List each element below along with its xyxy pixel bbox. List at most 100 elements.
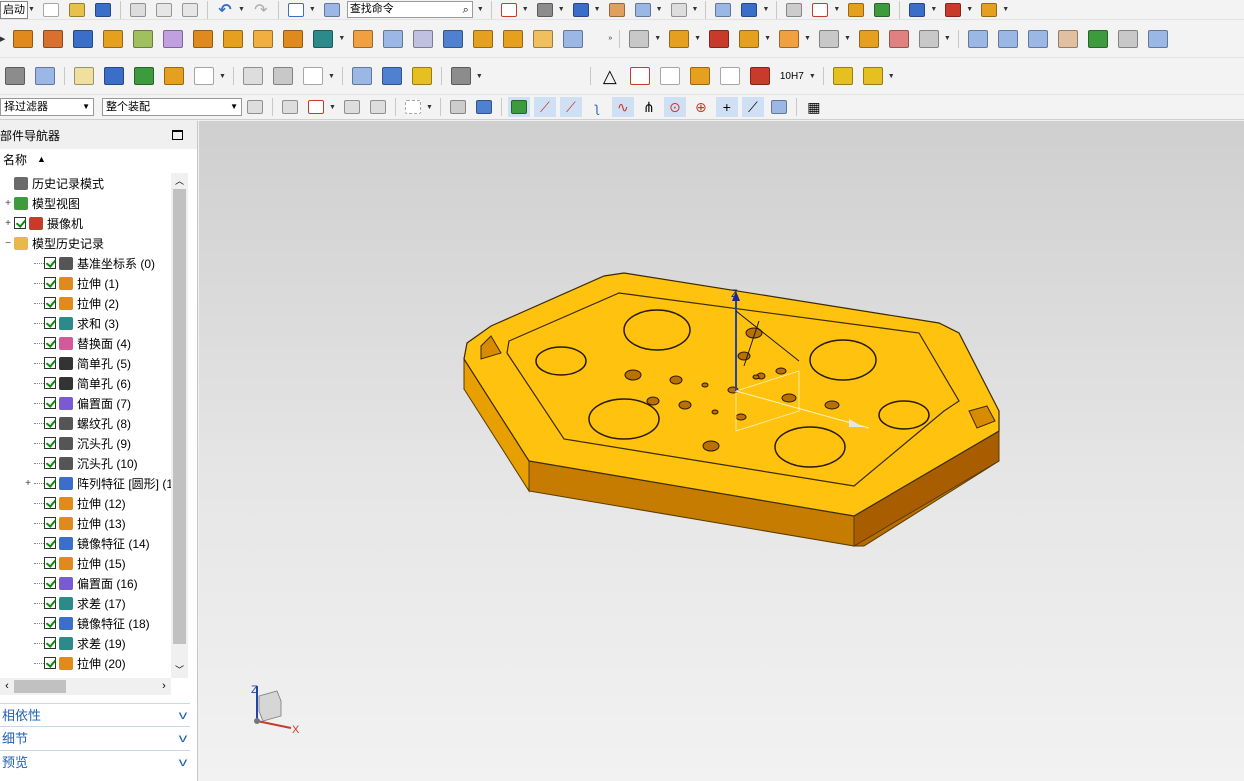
- exploded-view-button[interactable]: [886, 26, 912, 52]
- visibility-checkbox[interactable]: [44, 317, 56, 329]
- visibility-checkbox[interactable]: [44, 437, 56, 449]
- general-select-button[interactable]: [244, 97, 266, 117]
- tree-item[interactable]: 替换面 (4): [0, 333, 188, 353]
- curve-button[interactable]: [240, 63, 266, 89]
- rectangle-select-button[interactable]: [402, 97, 424, 117]
- wave-linker-button[interactable]: [856, 26, 882, 52]
- visibility-checkbox[interactable]: [44, 457, 56, 469]
- search-input[interactable]: 查找命令 ⌕: [346, 1, 473, 18]
- fastener-button[interactable]: [448, 63, 474, 89]
- pattern-face-button[interactable]: [220, 26, 246, 52]
- move-face-button[interactable]: [280, 26, 306, 52]
- stock-button[interactable]: [830, 63, 856, 89]
- sheet-button[interactable]: [380, 26, 406, 52]
- pattern-component-button[interactable]: [816, 26, 842, 52]
- triangle-button[interactable]: △: [597, 63, 623, 89]
- split-body-button[interactable]: [470, 26, 496, 52]
- plate-part[interactable]: Z: [463, 272, 1000, 547]
- trim-body-button[interactable]: [440, 26, 466, 52]
- control-point-button[interactable]: ʅ: [586, 97, 608, 117]
- cone-button[interactable]: [130, 26, 156, 52]
- intersection-button[interactable]: ∿: [611, 97, 634, 117]
- thread-button[interactable]: [349, 63, 375, 89]
- point-on-face-button[interactable]: [768, 97, 790, 117]
- wcs-button[interactable]: [809, 0, 831, 20]
- visibility-checkbox[interactable]: [44, 617, 56, 629]
- midpoint-button[interactable]: ⟋: [559, 97, 582, 117]
- assembly-stock-button[interactable]: [860, 63, 886, 89]
- visibility-checkbox[interactable]: [44, 337, 56, 349]
- ruled-button[interactable]: [1115, 26, 1141, 52]
- scroll-up-icon[interactable]: ︿: [171, 173, 188, 189]
- analysis-button[interactable]: [871, 0, 893, 20]
- rotate-view-button[interactable]: [534, 0, 556, 20]
- tree-item[interactable]: + 模型视图: [0, 193, 188, 213]
- scroll-left-icon[interactable]: ‹: [0, 678, 14, 695]
- studio-surface-button[interactable]: [1085, 26, 1111, 52]
- block-button[interactable]: [70, 26, 96, 52]
- edit-section-button[interactable]: [606, 0, 628, 20]
- visibility-checkbox[interactable]: [44, 417, 56, 429]
- visibility-checkbox[interactable]: [44, 257, 56, 269]
- draft-button[interactable]: [500, 26, 526, 52]
- feature-select-button[interactable]: [367, 97, 389, 117]
- visibility-checkbox[interactable]: [44, 477, 56, 489]
- preview-panel[interactable]: 预览 v: [0, 750, 190, 772]
- tree-item[interactable]: 偏置面 (7): [0, 393, 188, 413]
- quadrant-button[interactable]: ⊕: [690, 97, 712, 117]
- cut-button[interactable]: [127, 0, 149, 20]
- sketch-button[interactable]: [285, 0, 307, 20]
- tree-item[interactable]: 历史记录模式: [0, 173, 188, 193]
- tree-item[interactable]: 拉伸 (1): [0, 273, 188, 293]
- horizontal-scrollbar[interactable]: ‹ ›: [0, 678, 171, 695]
- hscroll-thumb[interactable]: [14, 680, 66, 693]
- tree-item[interactable]: 拉伸 (12): [0, 493, 188, 513]
- enable-snap-button[interactable]: [507, 97, 530, 117]
- graphics-window[interactable]: Z Z X: [199, 121, 1244, 781]
- cylinder-button[interactable]: [100, 26, 126, 52]
- name-column-header[interactable]: 名称 ▲: [0, 149, 197, 169]
- tolerance-button[interactable]: 10H7: [777, 63, 807, 89]
- symbol-button[interactable]: [747, 63, 773, 89]
- sketch-constraint-button[interactable]: [300, 63, 326, 89]
- visibility-checkbox[interactable]: [44, 497, 56, 509]
- assembly-move-button[interactable]: [626, 26, 652, 52]
- add-component-button[interactable]: [706, 26, 732, 52]
- offset-region-button[interactable]: [190, 26, 216, 52]
- chevron-down-icon[interactable]: ▼: [28, 6, 35, 13]
- visibility-checkbox[interactable]: [44, 517, 56, 529]
- tree-item[interactable]: 拉伸 (20): [0, 653, 188, 673]
- background-button[interactable]: [668, 0, 690, 20]
- type-filter-dropdown[interactable]: 择过滤器 ▼: [0, 98, 94, 116]
- datum-feature-button[interactable]: [687, 63, 713, 89]
- dimension-button[interactable]: [942, 0, 964, 20]
- layer-settings-button[interactable]: [783, 0, 805, 20]
- part-list-button[interactable]: [32, 63, 58, 89]
- tree-item[interactable]: + 摄像机: [0, 213, 188, 233]
- spring-button[interactable]: [379, 63, 405, 89]
- expand-toggle-icon[interactable]: +: [2, 198, 14, 209]
- save-button[interactable]: [92, 0, 114, 20]
- pmi-button[interactable]: [101, 63, 127, 89]
- tree-item[interactable]: 镜像特征 (14): [0, 533, 188, 553]
- bearing-button[interactable]: [409, 63, 435, 89]
- visibility-checkbox[interactable]: [44, 597, 56, 609]
- sphere-button[interactable]: [160, 26, 186, 52]
- tree-item[interactable]: 求和 (3): [0, 313, 188, 333]
- pattern-geometry-button[interactable]: [250, 26, 276, 52]
- visibility-checkbox[interactable]: [44, 277, 56, 289]
- layer-move-button[interactable]: [738, 0, 760, 20]
- tree-item[interactable]: − 模型历史记录: [0, 233, 188, 253]
- visibility-checkbox[interactable]: [14, 217, 26, 229]
- move-object-button[interactable]: [712, 0, 734, 20]
- graph-button[interactable]: [131, 63, 157, 89]
- selection-scope-dropdown[interactable]: 整个装配 ▼: [102, 98, 242, 116]
- face-rule-button[interactable]: [305, 97, 327, 117]
- visibility-checkbox[interactable]: [44, 577, 56, 589]
- maximize-icon[interactable]: [172, 130, 183, 140]
- measure-button[interactable]: [845, 0, 867, 20]
- clearance-button[interactable]: [916, 26, 942, 52]
- tree-item[interactable]: + 阵列特征 [圆形] (1: [0, 473, 188, 493]
- extension-button[interactable]: [1145, 26, 1171, 52]
- tree-item[interactable]: 简单孔 (6): [0, 373, 188, 393]
